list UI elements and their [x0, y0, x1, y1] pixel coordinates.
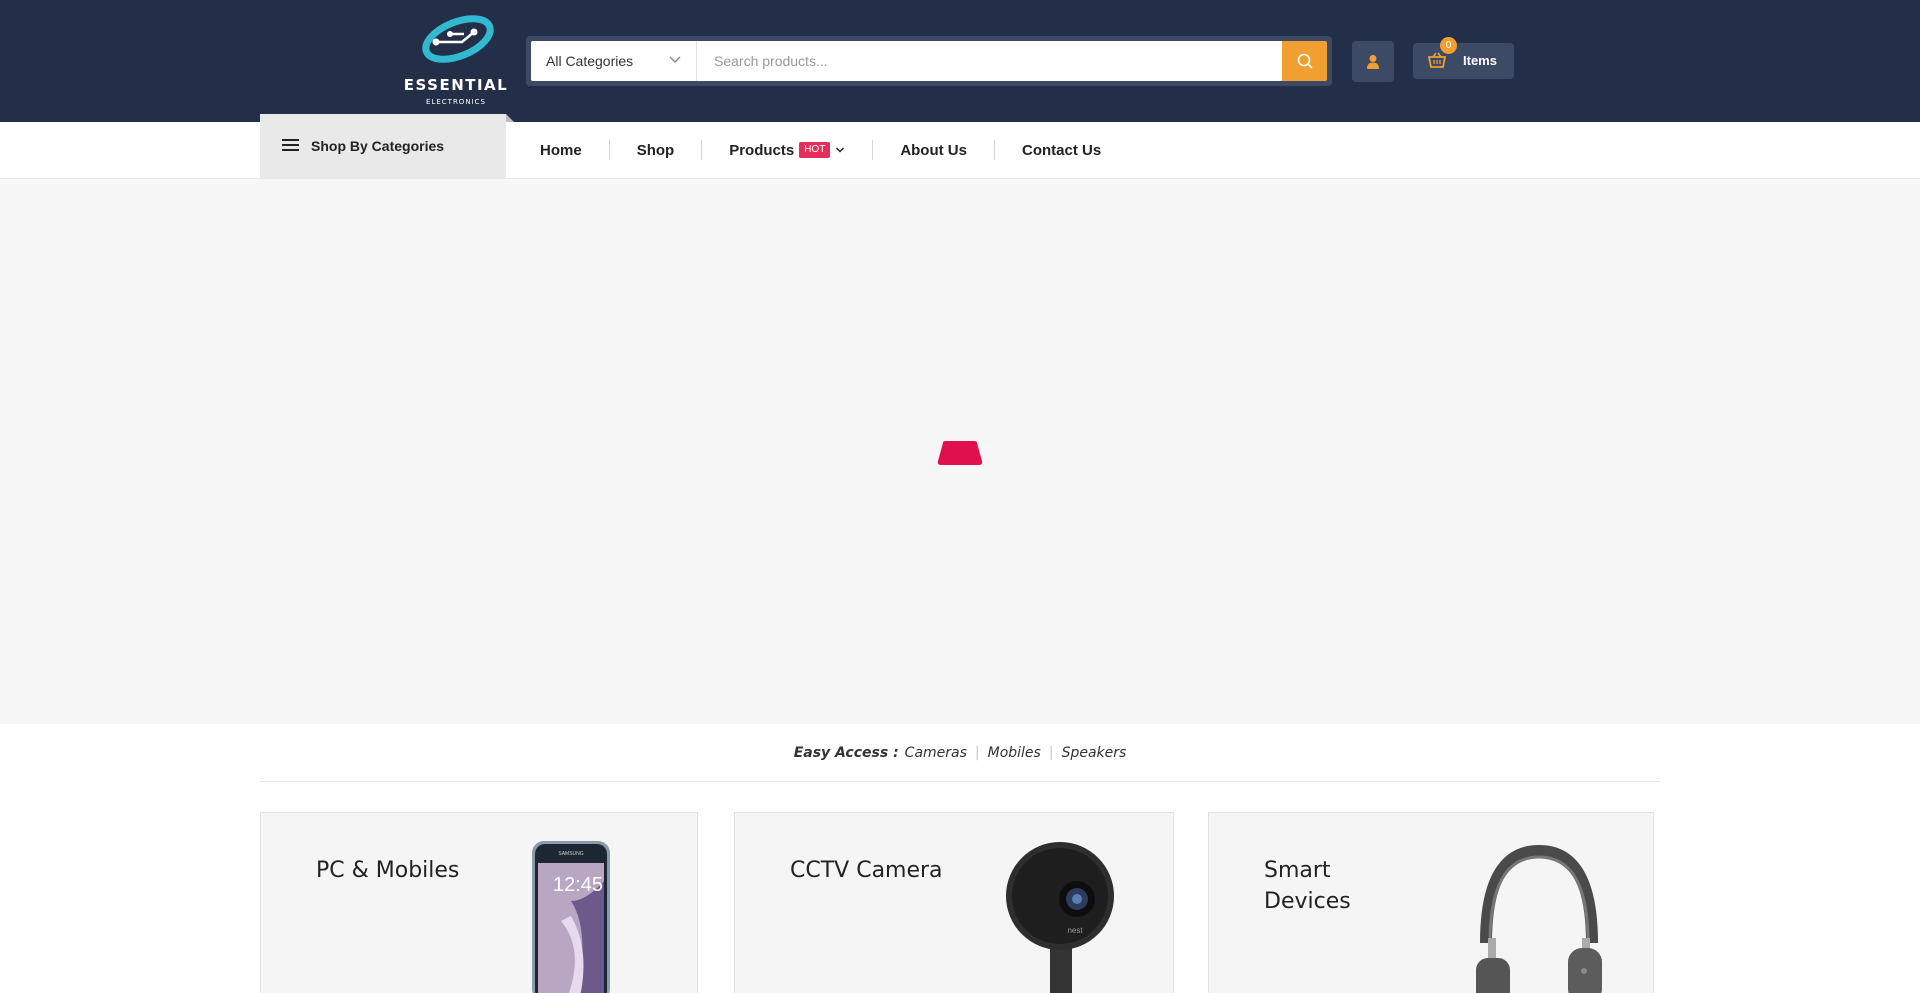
logo-sub-text: ELECTRONICS: [426, 98, 486, 106]
phone-brand-text: SAMSUNG: [558, 851, 583, 857]
easy-access-title: Easy Access :: [793, 744, 899, 761]
nav-link-label: Shop: [636, 141, 675, 159]
easy-access-divider: |: [1048, 744, 1054, 761]
headphones-image: [1476, 844, 1602, 993]
category-card-title-line: PC & Mobiles: [316, 858, 460, 883]
category-select[interactable]: All Categories: [531, 41, 697, 81]
nav-link-label: Home: [540, 141, 582, 159]
category-card-title: PC & Mobiles: [316, 855, 459, 886]
security-camera-image: nest: [1006, 842, 1114, 993]
ribbon-fold: [506, 114, 514, 122]
category-card-title-line: Devices: [1264, 889, 1351, 914]
category-card-smart-devices[interactable]: Smart Devices: [1208, 812, 1654, 993]
site-logo[interactable]: ESSENTIAL ELECTRONICS: [400, 12, 512, 110]
easy-access-link-cameras[interactable]: Cameras: [905, 745, 967, 761]
category-select-value: All Categories: [546, 53, 634, 69]
category-card-title: CCTV Camera: [790, 855, 943, 886]
logo-brand-text: ESSENTIAL: [403, 76, 509, 94]
easy-access-bar: Easy Access : Cameras | Mobiles | Speake…: [260, 724, 1660, 782]
top-header: ESSENTIAL ELECTRONICS All Categories Sea…: [0, 0, 1920, 122]
nav-link-products[interactable]: Products HOT: [702, 142, 872, 159]
nav-link-label: Products: [729, 141, 795, 159]
nav-link-home[interactable]: Home: [513, 142, 609, 159]
smartphone-image: SAMSUNG 12:45: [532, 841, 610, 993]
camera-brand-text: nest: [1067, 926, 1083, 935]
nav-link-label: Contact Us: [1021, 141, 1102, 159]
nav-links: Home Shop Products HOT About Us Contact …: [513, 122, 1128, 178]
category-card-title-line: CCTV Camera: [790, 858, 943, 883]
category-card-pc-mobiles[interactable]: PC & Mobiles SAMSUNG 12:45: [260, 812, 698, 993]
category-card-cctv-camera[interactable]: CCTV Camera nest: [734, 812, 1174, 993]
easy-access-link-speakers[interactable]: Speakers: [1062, 745, 1127, 761]
easy-access-divider: |: [974, 744, 980, 761]
shop-by-categories-label: Shop By Categories: [311, 138, 445, 154]
cart-count-badge: 0: [1440, 37, 1457, 54]
search-input[interactable]: [697, 41, 1282, 81]
chevron-down-icon: [669, 56, 681, 63]
shop-by-categories-button[interactable]: Shop By Categories: [260, 114, 514, 178]
basket-icon: [1428, 52, 1446, 68]
logo-mark-icon: [422, 15, 494, 63]
nav-link-about-us[interactable]: About Us: [873, 142, 994, 159]
search-bar: All Categories: [526, 36, 1332, 86]
nav-link-contact-us[interactable]: Contact Us: [995, 142, 1128, 159]
nav-link-shop[interactable]: Shop: [610, 142, 702, 159]
user-icon: [1367, 54, 1379, 69]
easy-access-link-mobiles[interactable]: Mobiles: [988, 745, 1041, 761]
phone-clock-text: 12:45: [553, 874, 603, 896]
cart-label: Items: [1463, 53, 1497, 68]
search-icon: [1297, 53, 1313, 69]
cart-button[interactable]: 0 Items: [1413, 37, 1514, 79]
category-card-title-line: Smart: [1264, 858, 1331, 883]
account-button[interactable]: [1352, 41, 1394, 82]
chevron-down-icon: [836, 147, 845, 153]
nav-link-label: About Us: [900, 141, 967, 159]
hamburger-menu-icon: [282, 139, 299, 151]
hot-badge: HOT: [799, 142, 831, 158]
category-card-title: Smart Devices: [1264, 855, 1351, 917]
loading-spinner-icon: [937, 441, 983, 465]
search-button[interactable]: [1282, 41, 1327, 81]
